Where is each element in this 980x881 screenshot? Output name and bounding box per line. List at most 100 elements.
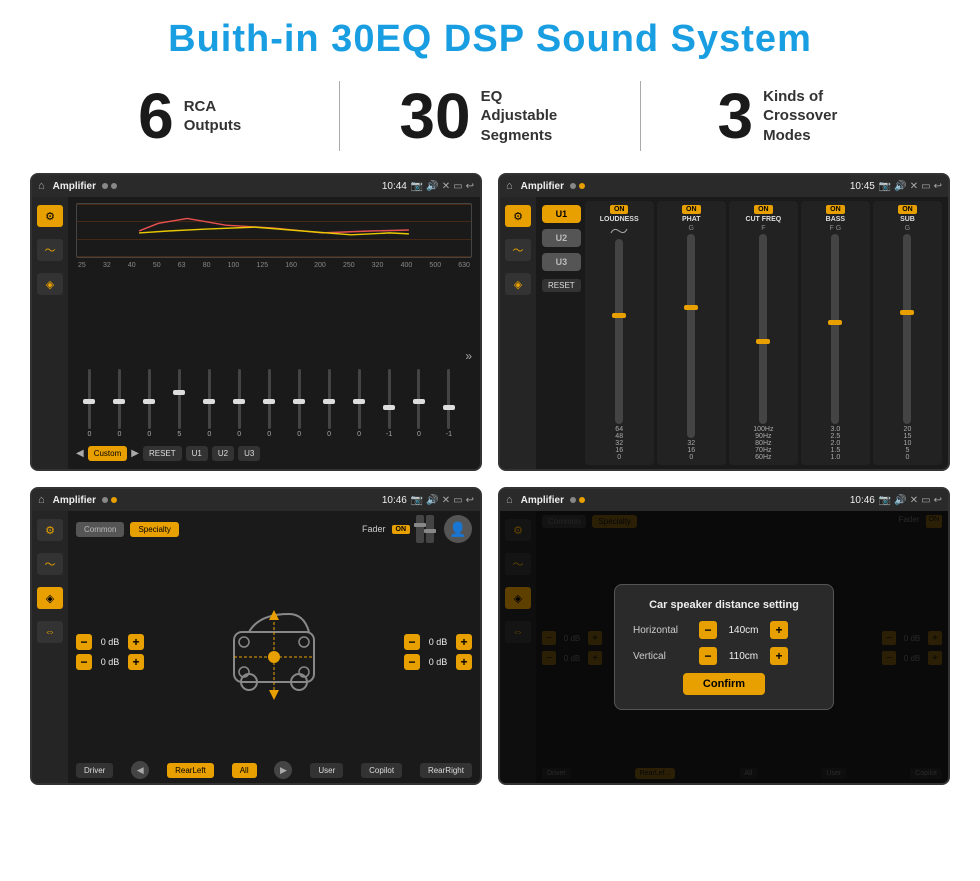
eq-sidebar-wave-icon[interactable]: 〜 [37, 239, 63, 261]
cs-minus-2[interactable]: − [76, 654, 92, 670]
cs-plus-2[interactable]: + [128, 654, 144, 670]
cs-left-vol-controls: − 0 dB + − 0 dB + [76, 547, 144, 757]
cs-common-tab[interactable]: Common [76, 522, 124, 537]
eq-slider-4[interactable]: 0 [196, 358, 223, 438]
eq-slider-7[interactable]: 0 [286, 358, 313, 438]
eq-slider-3[interactable]: 5 [166, 358, 193, 438]
u1-preset-btn[interactable]: U1 [542, 205, 581, 223]
dialog-vertical-plus[interactable]: + [770, 647, 788, 665]
dialog-horizontal-minus[interactable]: − [699, 621, 717, 639]
u-camera-icon: 📷 [879, 181, 891, 192]
cs-driver-btn[interactable]: Driver [76, 763, 113, 778]
cs-sidebar-speaker-icon[interactable]: ◈ [37, 587, 63, 609]
eq-main-area: 2532 4050 6380 100125 160200 250320 4005… [68, 197, 480, 469]
eq-prev-btn[interactable]: ◀ [76, 448, 84, 459]
eq-custom-btn[interactable]: Custom [88, 446, 128, 461]
stat-crossover: 3 Kinds ofCrossover Modes [661, 84, 920, 148]
cs-db-row-3: − 0 dB + [404, 634, 472, 650]
loudness-val: 64 [615, 426, 623, 433]
eq-slider-0[interactable]: 0 [76, 358, 103, 438]
eq-slider-9[interactable]: 0 [346, 358, 373, 438]
cutfreq-label: CUT FREQ [745, 216, 781, 223]
cs-sidebar-eq-icon[interactable]: ⚙ [37, 519, 63, 541]
cs-all-btn[interactable]: All [232, 763, 257, 778]
stat-label-rca: RCAOutputs [184, 97, 242, 136]
cs-db-row-1: − 0 dB + [76, 634, 144, 650]
u-status-dots [570, 183, 585, 189]
cs-volume-icon: 🔊 [426, 495, 438, 506]
cs-sidebar-wave-icon[interactable]: 〜 [37, 553, 63, 575]
fader-mini-2[interactable] [426, 515, 434, 543]
dialog-horizontal-row: Horizontal − 140cm + [633, 621, 815, 639]
u-reset-btn[interactable]: RESET [542, 279, 581, 292]
dialog-close-icon: ✕ [910, 495, 918, 506]
bass-slider[interactable] [831, 234, 839, 424]
cs-sidebar-arrows-icon[interactable]: ⇔ [37, 621, 63, 643]
dot-1 [102, 183, 108, 189]
cs-db-row-2: − 0 dB + [76, 654, 144, 670]
eq-slider-11[interactable]: 0 [405, 358, 432, 438]
eq-more-arrow[interactable]: » [465, 349, 472, 363]
cs-specialty-tab[interactable]: Specialty [130, 522, 178, 537]
cs-user-btn[interactable]: User [310, 763, 343, 778]
u-sidebar-wave-icon[interactable]: 〜 [505, 239, 531, 261]
eq-u1-btn[interactable]: U1 [186, 446, 208, 461]
loudness-slider[interactable] [615, 239, 623, 424]
u-volume-icon: 🔊 [894, 181, 906, 192]
dialog-app-name: Amplifier [521, 495, 564, 506]
stat-number-rca: 6 [138, 84, 174, 148]
cs-minus-4[interactable]: − [404, 654, 420, 670]
cs-plus-4[interactable]: + [456, 654, 472, 670]
cs-copilot-btn[interactable]: Copilot [361, 763, 402, 778]
cs-rearleft-btn[interactable]: RearLeft [167, 763, 214, 778]
cs-plus-1[interactable]: + [128, 634, 144, 650]
u2-preset-btn[interactable]: U2 [542, 229, 581, 247]
cutfreq-slider[interactable] [759, 234, 767, 424]
dialog-vertical-stepper: − 110cm + [699, 647, 788, 665]
cs-minus-3[interactable]: − [404, 634, 420, 650]
eq-reset-btn[interactable]: RESET [143, 446, 182, 461]
cs-plus-3[interactable]: + [456, 634, 472, 650]
eq-app-name: Amplifier [53, 181, 96, 192]
dialog-confirm-button[interactable]: Confirm [683, 673, 765, 695]
cs-minus-1[interactable]: − [76, 634, 92, 650]
cs-left-arrow-btn[interactable]: ◀ [131, 761, 149, 779]
eq-u2-btn[interactable]: U2 [212, 446, 234, 461]
fader-mini-1[interactable] [416, 515, 424, 543]
eq-slider-5[interactable]: 0 [226, 358, 253, 438]
dialog-horizontal-value: 140cm [721, 625, 766, 636]
eq-sidebar-eq-icon[interactable]: ⚙ [37, 205, 63, 227]
cs-fader-sliders [416, 515, 434, 543]
eq-slider-12[interactable]: -1 [435, 358, 462, 438]
stat-label-eq: EQ AdjustableSegments [481, 87, 581, 146]
cs-dot-orange [111, 497, 117, 503]
u-window-icon: ▭ [921, 181, 930, 192]
sub-slider[interactable] [903, 234, 911, 424]
eq-slider-2[interactable]: 0 [136, 358, 163, 438]
u-back-icon: ↩ [934, 181, 942, 192]
cs-right-vol-controls: − 0 dB + − 0 dB + [404, 547, 472, 757]
eq-slider-1[interactable]: 0 [106, 358, 133, 438]
eq-next-btn[interactable]: ▶ [131, 448, 139, 459]
u-sidebar-eq-icon[interactable]: ⚙ [505, 205, 531, 227]
stat-divider-1 [339, 81, 340, 151]
eq-sidebar-speaker-icon[interactable]: ◈ [37, 273, 63, 295]
cs-right-arrow-btn[interactable]: ▶ [274, 761, 292, 779]
cs-rearright-btn[interactable]: RearRight [420, 763, 472, 778]
close-icon: ✕ [442, 181, 450, 192]
eq-slider-6[interactable]: 0 [256, 358, 283, 438]
dialog-horizontal-plus[interactable]: + [770, 621, 788, 639]
dialog-vertical-label: Vertical [633, 651, 693, 662]
u-close-icon: ✕ [910, 181, 918, 192]
cs-car-diagram [152, 547, 396, 757]
eq-u3-btn[interactable]: U3 [238, 446, 260, 461]
u-controls-area: ON LOUDNESS 64 48 32 16 0 ON PHAT [585, 201, 942, 465]
phat-slider[interactable] [687, 234, 695, 438]
screens-grid: ⌂ Amplifier 10:44 📷 🔊 ✕ ▭ ↩ ⚙ 〜 ◈ [0, 165, 980, 795]
eq-slider-10[interactable]: -1 [376, 358, 403, 438]
u3-preset-btn[interactable]: U3 [542, 253, 581, 271]
cs-time: 10:46 [382, 495, 407, 506]
u-sidebar-speaker-icon[interactable]: ◈ [505, 273, 531, 295]
eq-slider-8[interactable]: 0 [316, 358, 343, 438]
dialog-vertical-minus[interactable]: − [699, 647, 717, 665]
